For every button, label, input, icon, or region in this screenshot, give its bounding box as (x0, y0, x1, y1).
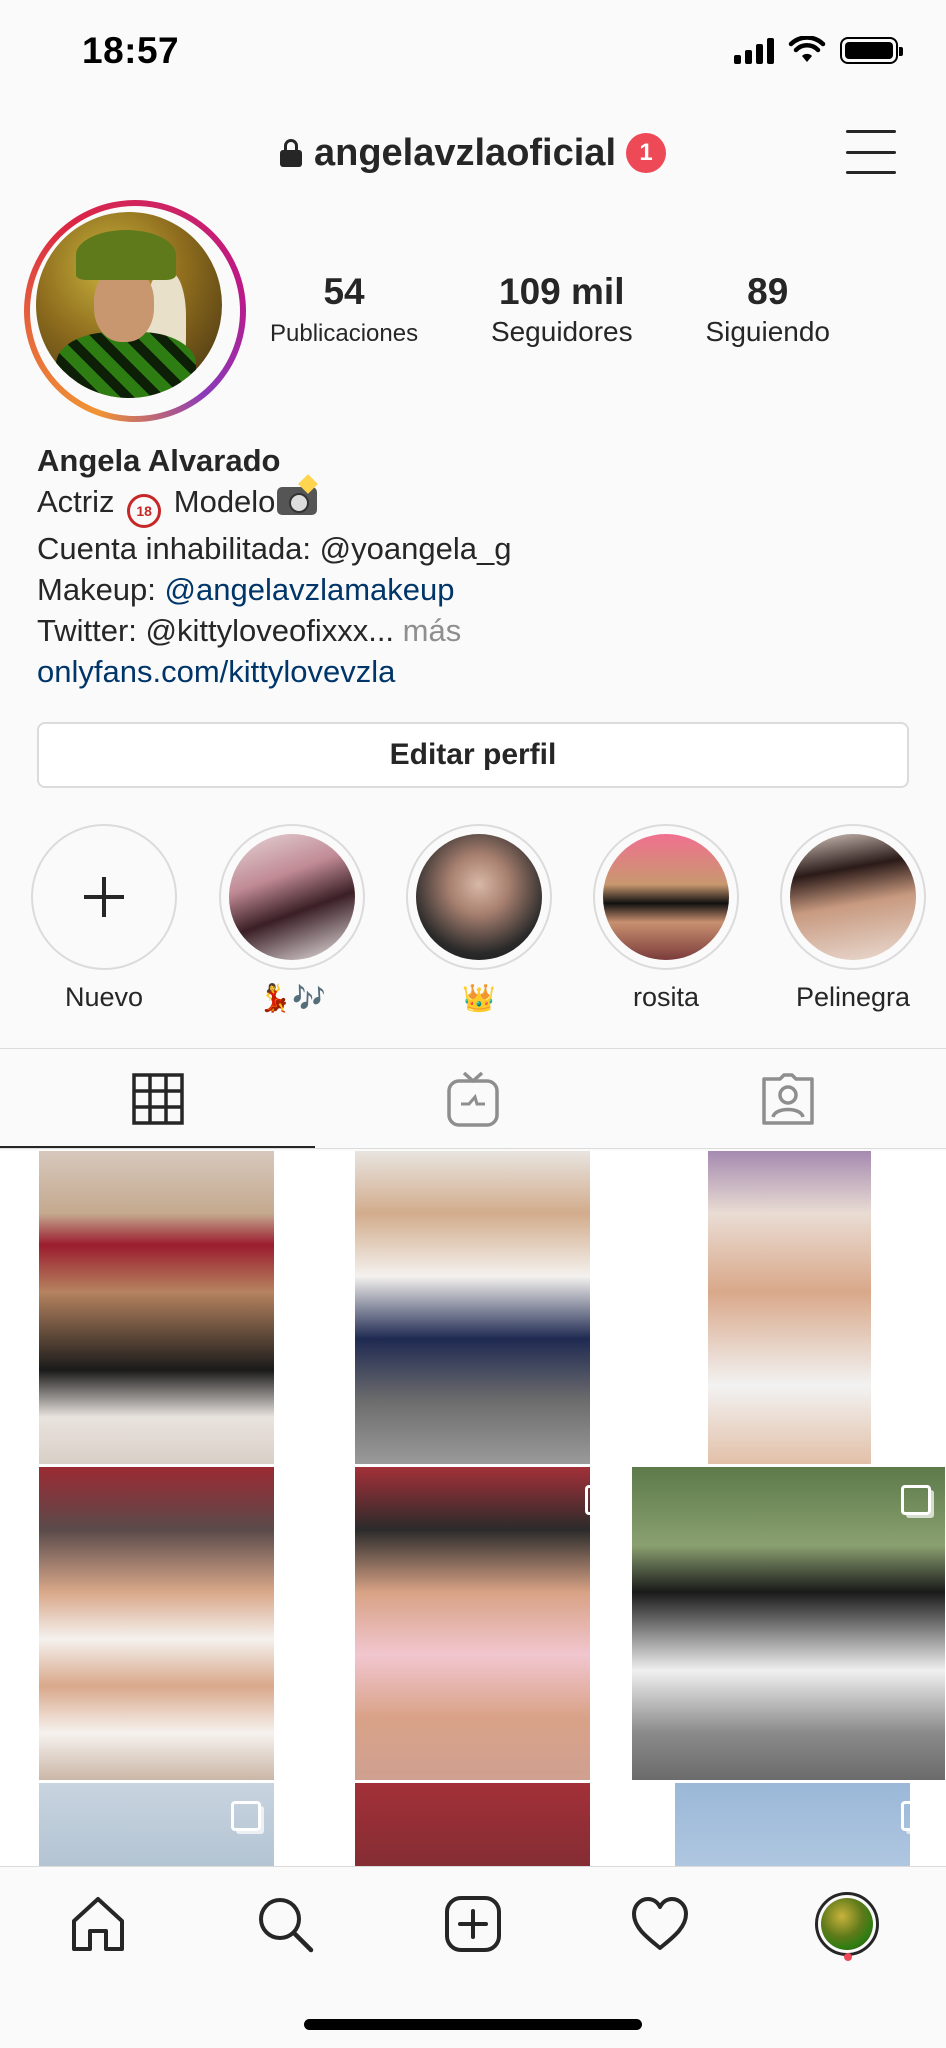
stat-following-label: Siguiendo (705, 316, 830, 347)
bio-line: Makeup: @angelavzlamakeup (37, 569, 917, 610)
tab-grid[interactable] (0, 1049, 316, 1149)
post-thumbnail[interactable] (0, 1783, 313, 1868)
bio-text: Actriz (37, 484, 115, 519)
story-highlights: Nuevo 💃🎶 👑 rosita Pelinegra (30, 824, 946, 1014)
stat-following-count: 89 (747, 271, 789, 312)
stat-followers-count: 109 mil (499, 271, 625, 312)
multiple-photos-icon (585, 1485, 615, 1515)
edit-profile-button[interactable]: Editar perfil (37, 722, 909, 788)
igtv-icon (447, 1071, 499, 1127)
more-link[interactable]: más (403, 613, 462, 648)
lock-icon (279, 139, 302, 167)
nav-profile[interactable] (812, 1889, 882, 1959)
username-switcher[interactable]: angelavzlaoficial (314, 132, 616, 175)
status-bar: 18:57 (0, 0, 946, 100)
nav-search[interactable] (250, 1889, 320, 1959)
highlight-label: 💃🎶 (258, 983, 326, 1013)
stat-followers[interactable]: 109 mil Seguidores (491, 270, 633, 348)
highlight-label: Nuevo (64, 982, 144, 1012)
highlight-new[interactable]: Nuevo (30, 824, 178, 1013)
avatar-icon (815, 1892, 879, 1956)
bio-text: Twitter: @kittyloveofixxx... (37, 613, 395, 648)
heart-icon (632, 1897, 688, 1950)
home-icon (72, 1897, 124, 1951)
highlight-item[interactable]: rosita (592, 824, 740, 1013)
stat-followers-label: Seguidores (490, 316, 633, 347)
post-thumbnail[interactable] (0, 1467, 313, 1780)
post-thumbnail[interactable] (316, 1783, 629, 1868)
bio-text: Makeup: (37, 572, 165, 607)
stat-posts[interactable]: 54 Publicaciones (270, 270, 418, 348)
posts-grid (0, 1151, 946, 1868)
bio-text: Modelo (173, 484, 276, 519)
stat-posts-label: Publicaciones (270, 320, 419, 347)
post-thumbnail[interactable] (316, 1151, 629, 1464)
bio-line: Cuenta inhabilitada: @yoangela_g (37, 531, 512, 566)
profile-bio: Angela Alvarado Actriz 18 Modelo Cuenta … (37, 440, 917, 692)
status-time: 18:57 (82, 30, 180, 71)
add-post-icon (445, 1896, 501, 1952)
wifi-icon (788, 36, 826, 62)
highlight-item[interactable]: 💃🎶 (218, 824, 366, 1014)
nav-activity[interactable] (625, 1889, 695, 1959)
unread-dot (844, 1953, 852, 1961)
profile-header: angelavzlaoficial 1 (0, 120, 946, 186)
profile-name: Angela Alvarado (37, 443, 281, 478)
makeup-mention-link[interactable]: @angelavzlamakeup (165, 572, 455, 607)
multiple-photos-icon (901, 1485, 931, 1515)
status-icons (734, 36, 903, 64)
battery-icon (840, 36, 903, 64)
highlight-label: 👑 (462, 983, 496, 1013)
profile-stats: 54 Publicaciones 109 mil Seguidores 89 S… (270, 270, 830, 348)
highlight-label: Pelinegra (795, 982, 911, 1012)
profile-avatar[interactable] (24, 200, 246, 422)
multiple-photos-icon (231, 1801, 261, 1831)
highlight-item[interactable]: Pelinegra (779, 824, 927, 1013)
multiple-photos-icon (901, 1801, 931, 1831)
post-thumbnail[interactable] (316, 1467, 629, 1780)
post-thumbnail[interactable] (632, 1783, 945, 1868)
profile-tabs (0, 1049, 946, 1149)
plus-icon (33, 826, 175, 968)
notification-badge: 1 (626, 133, 666, 173)
bio-line: Actriz 18 Modelo (37, 481, 917, 528)
highlight-label: rosita (632, 982, 700, 1012)
bottom-tab-bar (0, 1866, 946, 2048)
post-thumbnail[interactable] (632, 1467, 945, 1780)
tagged-icon (762, 1073, 815, 1125)
adults-only-icon: 18 (127, 494, 162, 528)
bio-line: Twitter: @kittyloveofixxx... más (37, 610, 917, 651)
nav-home[interactable] (63, 1889, 133, 1959)
divider (0, 1148, 946, 1149)
post-thumbnail[interactable] (632, 1151, 945, 1464)
stat-following[interactable]: 89 Siguiendo (705, 270, 830, 348)
tab-igtv[interactable] (315, 1049, 630, 1149)
tab-tagged[interactable] (631, 1049, 946, 1149)
search-icon (259, 1898, 314, 1953)
camera-flash-icon (277, 487, 318, 515)
home-indicator (304, 2019, 642, 2030)
website-link[interactable]: onlyfans.com/kittylovevzla (37, 651, 917, 692)
post-thumbnail[interactable] (0, 1151, 313, 1464)
cellular-signal-icon (734, 36, 774, 64)
stat-posts-count: 54 (323, 271, 365, 312)
nav-new-post[interactable] (438, 1889, 508, 1959)
avatar-photo (36, 212, 222, 398)
grid-icon (131, 1073, 184, 1125)
highlight-item[interactable]: 👑 (405, 824, 553, 1014)
menu-icon[interactable] (846, 130, 896, 174)
